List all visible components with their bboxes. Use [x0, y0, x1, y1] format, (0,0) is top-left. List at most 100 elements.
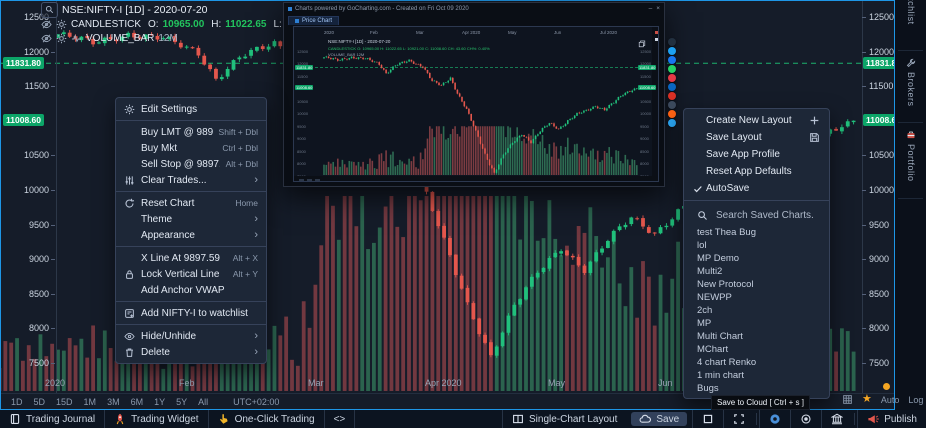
- frame-icon: [702, 413, 714, 425]
- footer-button-frame-icon[interactable]: [692, 410, 723, 428]
- facebook-icon[interactable]: [668, 56, 676, 64]
- bank-icon: [831, 413, 843, 425]
- footer-button-target-icon[interactable]: [790, 410, 821, 428]
- saved-chart-item[interactable]: MChart: [684, 343, 829, 356]
- saved-chart-item[interactable]: MP: [684, 317, 829, 330]
- date-tick-label: 2020: [45, 378, 65, 388]
- saved-chart-item[interactable]: Bugs: [684, 382, 829, 395]
- cloud-icon: [639, 413, 651, 425]
- footer-button-trading-journal[interactable]: Trading Journal: [0, 410, 105, 428]
- twitter-icon[interactable]: [668, 47, 676, 55]
- copy-icon[interactable]: [638, 35, 646, 43]
- symbol-search-button[interactable]: [41, 2, 58, 18]
- telegram-icon[interactable]: [668, 119, 676, 127]
- timeframe-button[interactable]: 1Y: [154, 397, 165, 407]
- footer-button-single-chart-layout[interactable]: Single-Chart Layout: [502, 410, 626, 428]
- menu-item-clear-trades[interactable]: Clear Trades...›: [116, 172, 266, 188]
- footer-button-publish[interactable]: Publish: [857, 410, 926, 428]
- menu-item-add-anchor-vwap[interactable]: Add Anchor VWAP: [116, 282, 266, 298]
- popup-window-button[interactable]: ×: [656, 5, 660, 12]
- menu-item-delete[interactable]: Delete›: [116, 344, 266, 360]
- footer-button-expand-icon[interactable]: [723, 410, 754, 428]
- menu-item-label: X Line At 9897.59: [139, 253, 227, 264]
- saved-chart-item[interactable]: Multi Chart: [684, 330, 829, 343]
- footer-button-circle-filled-icon[interactable]: [759, 410, 790, 428]
- menu-item-edit-settings[interactable]: Edit Settings: [116, 101, 266, 117]
- menu-item-spacer: [124, 143, 139, 154]
- date-tick-label: Apr 2020: [425, 378, 462, 388]
- side-tab-watchlist[interactable]: Watchlist: [900, 0, 922, 25]
- timeframe-button[interactable]: 5Y: [176, 397, 187, 407]
- log-scale-button[interactable]: Log: [908, 395, 923, 405]
- saved-chart-item[interactable]: New Protocol: [684, 278, 829, 291]
- menu-item-label: Clear Trades...: [139, 175, 248, 186]
- menu-item-sell-stop-9897-59[interactable]: Sell Stop @ 9897.59Alt + Dbl: [116, 156, 266, 172]
- saved-chart-item[interactable]: test Thea Bug: [684, 226, 829, 239]
- saved-chart-item[interactable]: 4 chart Renko: [684, 356, 829, 369]
- search-saved-charts[interactable]: Search Saved Charts.: [684, 204, 829, 226]
- saved-chart-item[interactable]: MP Demo: [684, 252, 829, 265]
- tab-price-chart[interactable]: Price Chart: [288, 16, 339, 25]
- menu-item-autosave[interactable]: AutoSave: [684, 180, 829, 197]
- timeframe-button[interactable]: 3M: [107, 397, 120, 407]
- footer-button-trading-widget[interactable]: Trading Widget: [105, 410, 208, 428]
- menu-item-label: Add NIFTY-I to watchlist: [139, 308, 258, 319]
- saved-chart-item[interactable]: lol: [684, 239, 829, 252]
- menu-item-appearance[interactable]: Appearance›: [116, 227, 266, 243]
- popup-title-bar[interactable]: Charts powered by GoCharting.com - Creat…: [284, 3, 664, 14]
- timezone-label[interactable]: UTC+02:00: [233, 397, 279, 407]
- menu-item-create-new-layout[interactable]: Create New Layout: [684, 112, 829, 129]
- side-tab-portfolio[interactable]: Portfolio: [900, 130, 922, 182]
- footer-button-bank-icon[interactable]: [821, 410, 852, 428]
- favorite-star-icon[interactable]: ★: [862, 394, 872, 405]
- eye-off-icon[interactable]: [41, 19, 52, 30]
- timeframe-button[interactable]: 6M: [131, 397, 144, 407]
- footer-button--[interactable]: <>: [325, 410, 356, 428]
- menu-item-lock-vertical-line[interactable]: Lock Vertical LineAlt + Y: [116, 266, 266, 282]
- menu-item-buy-lmt-9897-59[interactable]: Buy LMT @ 9897.59Shift + Dbl: [116, 124, 266, 140]
- timeframe-button[interactable]: 1M: [84, 397, 97, 407]
- footer-button-save[interactable]: Save: [631, 412, 687, 426]
- timeframe-button[interactable]: All: [198, 397, 208, 407]
- price-tick-label: 9000: [5, 254, 49, 264]
- linkedin-icon[interactable]: [668, 83, 676, 91]
- auto-scale-button[interactable]: Auto: [881, 395, 900, 405]
- pinterest-icon[interactable]: [668, 74, 676, 82]
- gear-icon[interactable]: [56, 19, 67, 30]
- eye-off-icon[interactable]: [41, 33, 52, 44]
- popup-window-button[interactable]: –: [649, 5, 653, 12]
- gear-icon[interactable]: [56, 33, 67, 44]
- side-tab-brokers[interactable]: Brokers: [900, 58, 922, 107]
- timeframe-button[interactable]: 5D: [34, 397, 46, 407]
- mini-side-tabs: [652, 27, 659, 182]
- reddit-icon[interactable]: [668, 110, 676, 118]
- blogger-icon[interactable]: [668, 38, 676, 46]
- footer-button-one-click-trading[interactable]: One-Click Trading: [209, 410, 325, 428]
- menu-item-x-line-at-9897-59[interactable]: X Line At 9897.59Alt + X: [116, 250, 266, 266]
- saved-chart-item[interactable]: NEWPP: [684, 291, 829, 304]
- menu-item-theme[interactable]: Theme›: [116, 211, 266, 227]
- menu-item-buy-mkt[interactable]: Buy MktCtrl + Dbl: [116, 140, 266, 156]
- timeframe-button[interactable]: 1D: [11, 397, 23, 407]
- tab-divider: [898, 50, 923, 51]
- timeframe-button[interactable]: 15D: [56, 397, 73, 407]
- save-to-cloud-tooltip: Save to Cloud [ Ctrl + s ]: [711, 395, 810, 410]
- menu-item-add-nifty-i-to-watchlist[interactable]: Add NIFTY-I to watchlist: [116, 305, 266, 321]
- trash-icon: [124, 347, 139, 358]
- menu-item-save-layout[interactable]: Save Layout: [684, 129, 829, 146]
- menu-item-hide-unhide[interactable]: Hide/Unhide›: [116, 328, 266, 344]
- saved-chart-item[interactable]: Multi2: [684, 265, 829, 278]
- menu-item-reset-chart[interactable]: Reset ChartHome: [116, 195, 266, 211]
- grid-settings-icon[interactable]: [842, 394, 853, 405]
- saved-chart-item[interactable]: 2ch: [684, 304, 829, 317]
- whatsapp-icon[interactable]: [668, 65, 676, 73]
- popup-window-controls[interactable]: –×: [649, 5, 660, 12]
- youtube-icon[interactable]: [668, 92, 676, 100]
- saved-chart-item[interactable]: 1 min chart: [684, 369, 829, 382]
- chart-snapshot-popup[interactable]: Charts powered by GoCharting.com - Creat…: [283, 2, 665, 187]
- menu-item-save-app-profile[interactable]: Save App Profile: [684, 146, 829, 163]
- menu-item-reset-app-defaults[interactable]: Reset App Defaults: [684, 163, 829, 180]
- mini-price-badge: 11831.80: [295, 65, 313, 70]
- email-icon[interactable]: [668, 101, 676, 109]
- search-label: Search Saved Charts.: [716, 210, 814, 221]
